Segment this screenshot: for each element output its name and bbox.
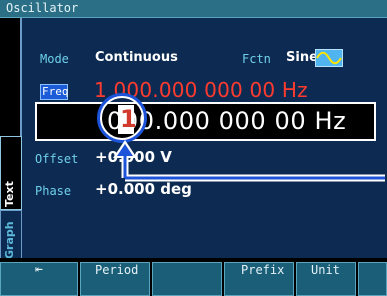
back-arrow-icon: ⇤: [35, 262, 43, 277]
freq-label-highlight[interactable]: Freq: [40, 84, 69, 100]
tab-graph-label: Graph: [3, 221, 16, 259]
softkey-unit[interactable]: Unit: [296, 262, 356, 296]
sine-wave-icon: [315, 49, 343, 67]
softkey-back[interactable]: ⇤: [0, 262, 78, 296]
oscillator-screen: Oscillator Mode Continuous Fctn Sine Fre…: [0, 0, 387, 296]
tab-text[interactable]: Text: [0, 136, 22, 210]
mode-label: Mode: [40, 52, 69, 66]
fctn-value[interactable]: Sine: [286, 50, 318, 65]
tab-graph[interactable]: Graph: [0, 210, 22, 262]
softkey-period-label: Period: [95, 263, 139, 277]
window-title: Oscillator: [6, 1, 79, 15]
fctn-label: Fctn: [242, 52, 271, 66]
softkey-unit-label: Unit: [311, 263, 340, 277]
tab-text-label: Text: [3, 181, 16, 207]
softkey-prefix[interactable]: Prefix: [224, 262, 294, 296]
mode-value[interactable]: Continuous: [95, 50, 178, 65]
phase-label: Phase: [35, 184, 72, 198]
softkey-blank-1[interactable]: [152, 262, 222, 296]
highlight-circle-inner: [100, 96, 144, 140]
frequency-edit-field[interactable]: 000.000 000 00 Hz: [35, 102, 376, 141]
softkey-blank-2[interactable]: [358, 262, 387, 296]
offset-value[interactable]: +0.000 V: [95, 148, 172, 166]
softkey-prefix-label: Prefix: [241, 263, 285, 277]
title-bar: Oscillator: [0, 0, 387, 18]
softkey-bar: ⇤ Period Prefix Unit: [0, 258, 387, 296]
phase-value[interactable]: +0.000 deg: [95, 180, 192, 198]
freq-label: Freq: [42, 85, 69, 98]
offset-label: Offset: [35, 152, 79, 166]
softkey-period[interactable]: Period: [80, 262, 150, 296]
